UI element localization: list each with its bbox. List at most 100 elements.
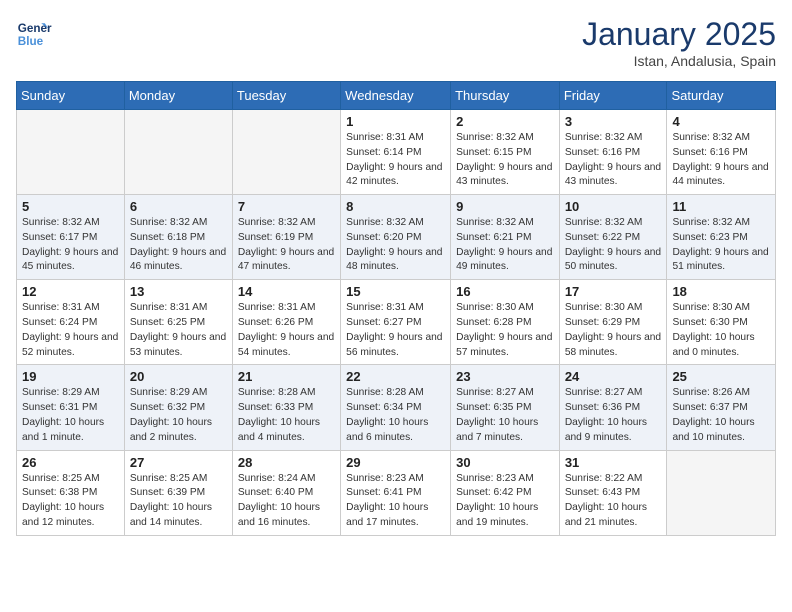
calendar-cell bbox=[17, 110, 125, 195]
calendar-cell: 5 Sunrise: 8:32 AM Sunset: 6:17 PM Daylig… bbox=[17, 195, 125, 280]
calendar-cell: 10 Sunrise: 8:32 AM Sunset: 6:22 PM Dayli… bbox=[559, 195, 667, 280]
day-info: Sunrise: 8:31 AM Sunset: 6:14 PM Dayligh… bbox=[346, 131, 445, 190]
weekday-header: Tuesday bbox=[232, 82, 340, 110]
weekday-header-row: SundayMondayTuesdayWednesdayThursdayFrid… bbox=[17, 82, 776, 110]
calendar-cell: 1 Sunrise: 8:31 AM Sunset: 6:14 PM Daylig… bbox=[341, 110, 451, 195]
day-number: 27 bbox=[130, 455, 227, 470]
day-info: Sunrise: 8:32 AM Sunset: 6:20 PM Dayligh… bbox=[346, 216, 445, 275]
day-number: 30 bbox=[456, 455, 554, 470]
day-info: Sunrise: 8:32 AM Sunset: 6:22 PM Dayligh… bbox=[565, 216, 662, 275]
day-info: Sunrise: 8:23 AM Sunset: 6:42 PM Dayligh… bbox=[456, 472, 554, 531]
calendar-cell: 24Sunrise: 8:27 AM Sunset: 6:36 PM Dayli… bbox=[559, 365, 667, 450]
header: General Blue January 2025 Istan, Andalus… bbox=[16, 16, 776, 69]
svg-text:Blue: Blue bbox=[18, 35, 44, 48]
calendar-cell: 2Sunrise: 8:32 AM Sunset: 6:15 PM Daylig… bbox=[451, 110, 560, 195]
calendar-week-row: 19 Sunrise: 8:29 AM Sunset: 6:31 PM Dayli… bbox=[17, 365, 776, 450]
calendar-cell bbox=[667, 450, 776, 535]
day-number: 10 bbox=[565, 199, 662, 214]
day-number: 24 bbox=[565, 369, 662, 384]
day-info: Sunrise: 8:32 AM Sunset: 6:17 PM Dayligh… bbox=[22, 216, 119, 275]
day-info: Sunrise: 8:28 AM Sunset: 6:33 PM Dayligh… bbox=[238, 386, 335, 445]
calendar-cell: 25 Sunrise: 8:26 AM Sunset: 6:37 PM Dayli… bbox=[667, 365, 776, 450]
day-number: 15 bbox=[346, 284, 445, 299]
day-info: Sunrise: 8:31 AM Sunset: 6:26 PM Dayligh… bbox=[238, 301, 335, 360]
calendar-cell: 29Sunrise: 8:23 AM Sunset: 6:41 PM Dayli… bbox=[341, 450, 451, 535]
day-number: 2 bbox=[456, 114, 554, 129]
day-info: Sunrise: 8:24 AM Sunset: 6:40 PM Dayligh… bbox=[238, 472, 335, 531]
day-info: Sunrise: 8:31 AM Sunset: 6:24 PM Dayligh… bbox=[22, 301, 119, 360]
calendar-cell: 18Sunrise: 8:30 AM Sunset: 6:30 PM Dayli… bbox=[667, 280, 776, 365]
calendar-cell: 4 Sunrise: 8:32 AM Sunset: 6:16 PM Daylig… bbox=[667, 110, 776, 195]
title-area: January 2025 Istan, Andalusia, Spain bbox=[582, 16, 776, 69]
calendar-cell: 26Sunrise: 8:25 AM Sunset: 6:38 PM Dayli… bbox=[17, 450, 125, 535]
weekday-header: Wednesday bbox=[341, 82, 451, 110]
day-info: Sunrise: 8:25 AM Sunset: 6:38 PM Dayligh… bbox=[22, 472, 119, 531]
weekday-header: Friday bbox=[559, 82, 667, 110]
day-number: 12 bbox=[22, 284, 119, 299]
day-number: 19 bbox=[22, 369, 119, 384]
calendar-cell: 20 Sunrise: 8:29 AM Sunset: 6:32 PM Dayli… bbox=[124, 365, 232, 450]
day-info: Sunrise: 8:25 AM Sunset: 6:39 PM Dayligh… bbox=[130, 472, 227, 531]
day-number: 13 bbox=[130, 284, 227, 299]
calendar-cell: 11Sunrise: 8:32 AM Sunset: 6:23 PM Dayli… bbox=[667, 195, 776, 280]
calendar-cell: 17 Sunrise: 8:30 AM Sunset: 6:29 PM Dayli… bbox=[559, 280, 667, 365]
calendar-cell: 3Sunrise: 8:32 AM Sunset: 6:16 PM Daylig… bbox=[559, 110, 667, 195]
day-info: Sunrise: 8:31 AM Sunset: 6:27 PM Dayligh… bbox=[346, 301, 445, 360]
calendar-cell: 14 Sunrise: 8:31 AM Sunset: 6:26 PM Dayli… bbox=[232, 280, 340, 365]
day-info: Sunrise: 8:23 AM Sunset: 6:41 PM Dayligh… bbox=[346, 472, 445, 531]
calendar-cell: 28 Sunrise: 8:24 AM Sunset: 6:40 PM Dayli… bbox=[232, 450, 340, 535]
day-number: 14 bbox=[238, 284, 335, 299]
calendar-cell: 16 Sunrise: 8:30 AM Sunset: 6:28 PM Dayli… bbox=[451, 280, 560, 365]
day-number: 16 bbox=[456, 284, 554, 299]
day-info: Sunrise: 8:32 AM Sunset: 6:18 PM Dayligh… bbox=[130, 216, 227, 275]
day-info: Sunrise: 8:29 AM Sunset: 6:32 PM Dayligh… bbox=[130, 386, 227, 445]
weekday-header: Thursday bbox=[451, 82, 560, 110]
calendar-cell: 7 Sunrise: 8:32 AM Sunset: 6:19 PM Daylig… bbox=[232, 195, 340, 280]
calendar-week-row: 1 Sunrise: 8:31 AM Sunset: 6:14 PM Daylig… bbox=[17, 110, 776, 195]
day-info: Sunrise: 8:30 AM Sunset: 6:28 PM Dayligh… bbox=[456, 301, 554, 360]
day-number: 22 bbox=[346, 369, 445, 384]
calendar-cell: 13 Sunrise: 8:31 AM Sunset: 6:25 PM Dayli… bbox=[124, 280, 232, 365]
day-info: Sunrise: 8:32 AM Sunset: 6:16 PM Dayligh… bbox=[672, 131, 770, 190]
day-info: Sunrise: 8:30 AM Sunset: 6:29 PM Dayligh… bbox=[565, 301, 662, 360]
day-number: 6 bbox=[130, 199, 227, 214]
calendar-cell: 12 Sunrise: 8:31 AM Sunset: 6:24 PM Dayli… bbox=[17, 280, 125, 365]
day-number: 9 bbox=[456, 199, 554, 214]
location-subtitle: Istan, Andalusia, Spain bbox=[582, 53, 776, 69]
calendar-cell: 9Sunrise: 8:32 AM Sunset: 6:21 PM Daylig… bbox=[451, 195, 560, 280]
day-number: 1 bbox=[346, 114, 445, 129]
day-info: Sunrise: 8:26 AM Sunset: 6:37 PM Dayligh… bbox=[672, 386, 770, 445]
day-info: Sunrise: 8:31 AM Sunset: 6:25 PM Dayligh… bbox=[130, 301, 227, 360]
day-info: Sunrise: 8:22 AM Sunset: 6:43 PM Dayligh… bbox=[565, 472, 662, 531]
calendar-cell bbox=[124, 110, 232, 195]
day-info: Sunrise: 8:29 AM Sunset: 6:31 PM Dayligh… bbox=[22, 386, 119, 445]
calendar-week-row: 26Sunrise: 8:25 AM Sunset: 6:38 PM Dayli… bbox=[17, 450, 776, 535]
day-number: 25 bbox=[672, 369, 770, 384]
day-info: Sunrise: 8:27 AM Sunset: 6:35 PM Dayligh… bbox=[456, 386, 554, 445]
day-info: Sunrise: 8:32 AM Sunset: 6:19 PM Dayligh… bbox=[238, 216, 335, 275]
day-info: Sunrise: 8:30 AM Sunset: 6:30 PM Dayligh… bbox=[672, 301, 770, 360]
calendar-cell bbox=[232, 110, 340, 195]
calendar-week-row: 12 Sunrise: 8:31 AM Sunset: 6:24 PM Dayli… bbox=[17, 280, 776, 365]
day-number: 21 bbox=[238, 369, 335, 384]
logo: General Blue bbox=[16, 16, 52, 52]
month-title: January 2025 bbox=[582, 16, 776, 53]
calendar-cell: 30 Sunrise: 8:23 AM Sunset: 6:42 PM Dayli… bbox=[451, 450, 560, 535]
calendar-cell: 15 Sunrise: 8:31 AM Sunset: 6:27 PM Dayli… bbox=[341, 280, 451, 365]
day-number: 20 bbox=[130, 369, 227, 384]
day-number: 7 bbox=[238, 199, 335, 214]
calendar-cell: 27 Sunrise: 8:25 AM Sunset: 6:39 PM Dayli… bbox=[124, 450, 232, 535]
calendar-week-row: 5 Sunrise: 8:32 AM Sunset: 6:17 PM Daylig… bbox=[17, 195, 776, 280]
day-number: 28 bbox=[238, 455, 335, 470]
logo-icon: General Blue bbox=[16, 16, 52, 52]
calendar-cell: 21 Sunrise: 8:28 AM Sunset: 6:33 PM Dayli… bbox=[232, 365, 340, 450]
weekday-header: Saturday bbox=[667, 82, 776, 110]
day-number: 5 bbox=[22, 199, 119, 214]
weekday-header: Sunday bbox=[17, 82, 125, 110]
day-number: 4 bbox=[672, 114, 770, 129]
day-number: 31 bbox=[565, 455, 662, 470]
day-number: 17 bbox=[565, 284, 662, 299]
calendar-cell: 6 Sunrise: 8:32 AM Sunset: 6:18 PM Daylig… bbox=[124, 195, 232, 280]
day-info: Sunrise: 8:32 AM Sunset: 6:23 PM Dayligh… bbox=[672, 216, 770, 275]
calendar: SundayMondayTuesdayWednesdayThursdayFrid… bbox=[16, 81, 776, 536]
